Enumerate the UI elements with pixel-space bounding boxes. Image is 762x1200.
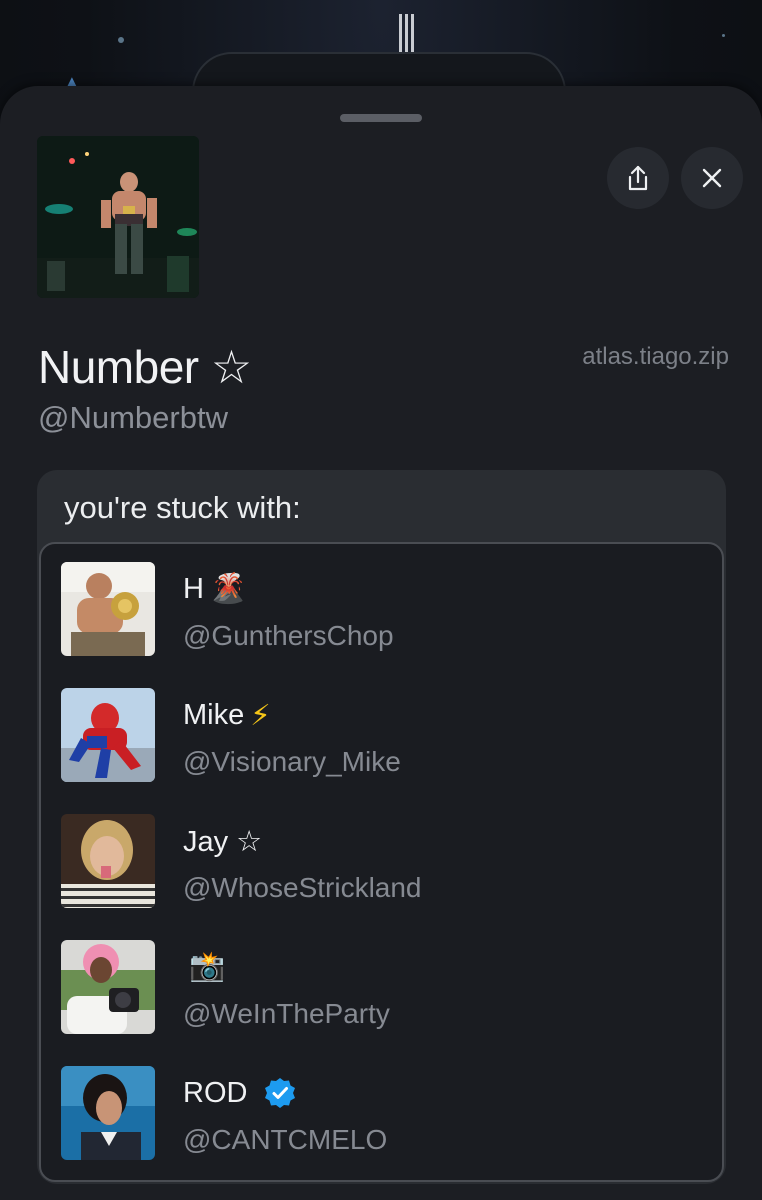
close-icon	[702, 168, 722, 188]
list-item[interactable]: Jay ☆ @WhoseStrickland	[61, 814, 701, 910]
background-dot	[722, 34, 725, 37]
profile-banner-image	[37, 136, 199, 298]
list-item[interactable]: ROD @CANTCMELO	[61, 1066, 701, 1162]
share-button[interactable]	[607, 147, 669, 209]
close-button[interactable]	[681, 147, 743, 209]
lightning-emoji: ⚡	[250, 700, 271, 732]
avatar	[61, 814, 155, 908]
sheet-drag-handle[interactable]	[340, 114, 422, 122]
avatar	[61, 688, 155, 782]
list-item[interactable]: 📸 @WeInTheParty	[61, 940, 701, 1036]
stuck-with-card: you're stuck with: H 🌋 @GunthersChop Mik…	[37, 470, 726, 1184]
avatar	[61, 562, 155, 656]
camera-flash-emoji: 📸	[189, 951, 226, 983]
background-bars	[396, 14, 416, 52]
person-handle: @GunthersChop	[183, 620, 394, 651]
profile-sheet: Number ☆ @Numberbtw atlas.tiago.zip you'…	[0, 86, 762, 1200]
site-link[interactable]: atlas.tiago.zip	[582, 343, 729, 371]
list-item[interactable]: H 🌋 @GunthersChop	[61, 562, 701, 658]
person-handle: @CANTCMELO	[183, 1124, 388, 1155]
person-name: 📸	[183, 950, 225, 984]
person-handle: @WeInTheParty	[183, 998, 390, 1029]
person-handle: @WhoseStrickland	[183, 872, 422, 903]
profile-handle: @Numberbtw	[38, 400, 228, 435]
person-name: Jay ☆	[183, 826, 263, 858]
avatar	[61, 1066, 155, 1160]
person-name: H 🌋	[183, 572, 247, 606]
list-item[interactable]: Mike ⚡ @Visionary_Mike	[61, 688, 701, 784]
person-handle: @Visionary_Mike	[183, 746, 401, 777]
verified-badge-icon	[265, 1078, 296, 1108]
share-icon	[628, 165, 648, 191]
avatar	[61, 940, 155, 1034]
stuck-with-list: H 🌋 @GunthersChop Mike ⚡ @Visionary_Mike…	[39, 542, 724, 1182]
profile-display-name: Number ☆	[38, 341, 252, 393]
stuck-with-title: you're stuck with:	[64, 490, 301, 525]
person-name: ROD	[183, 1076, 297, 1110]
volcano-emoji: 🌋	[209, 573, 247, 605]
background-dot	[118, 37, 124, 43]
person-name: Mike ⚡	[183, 699, 271, 732]
